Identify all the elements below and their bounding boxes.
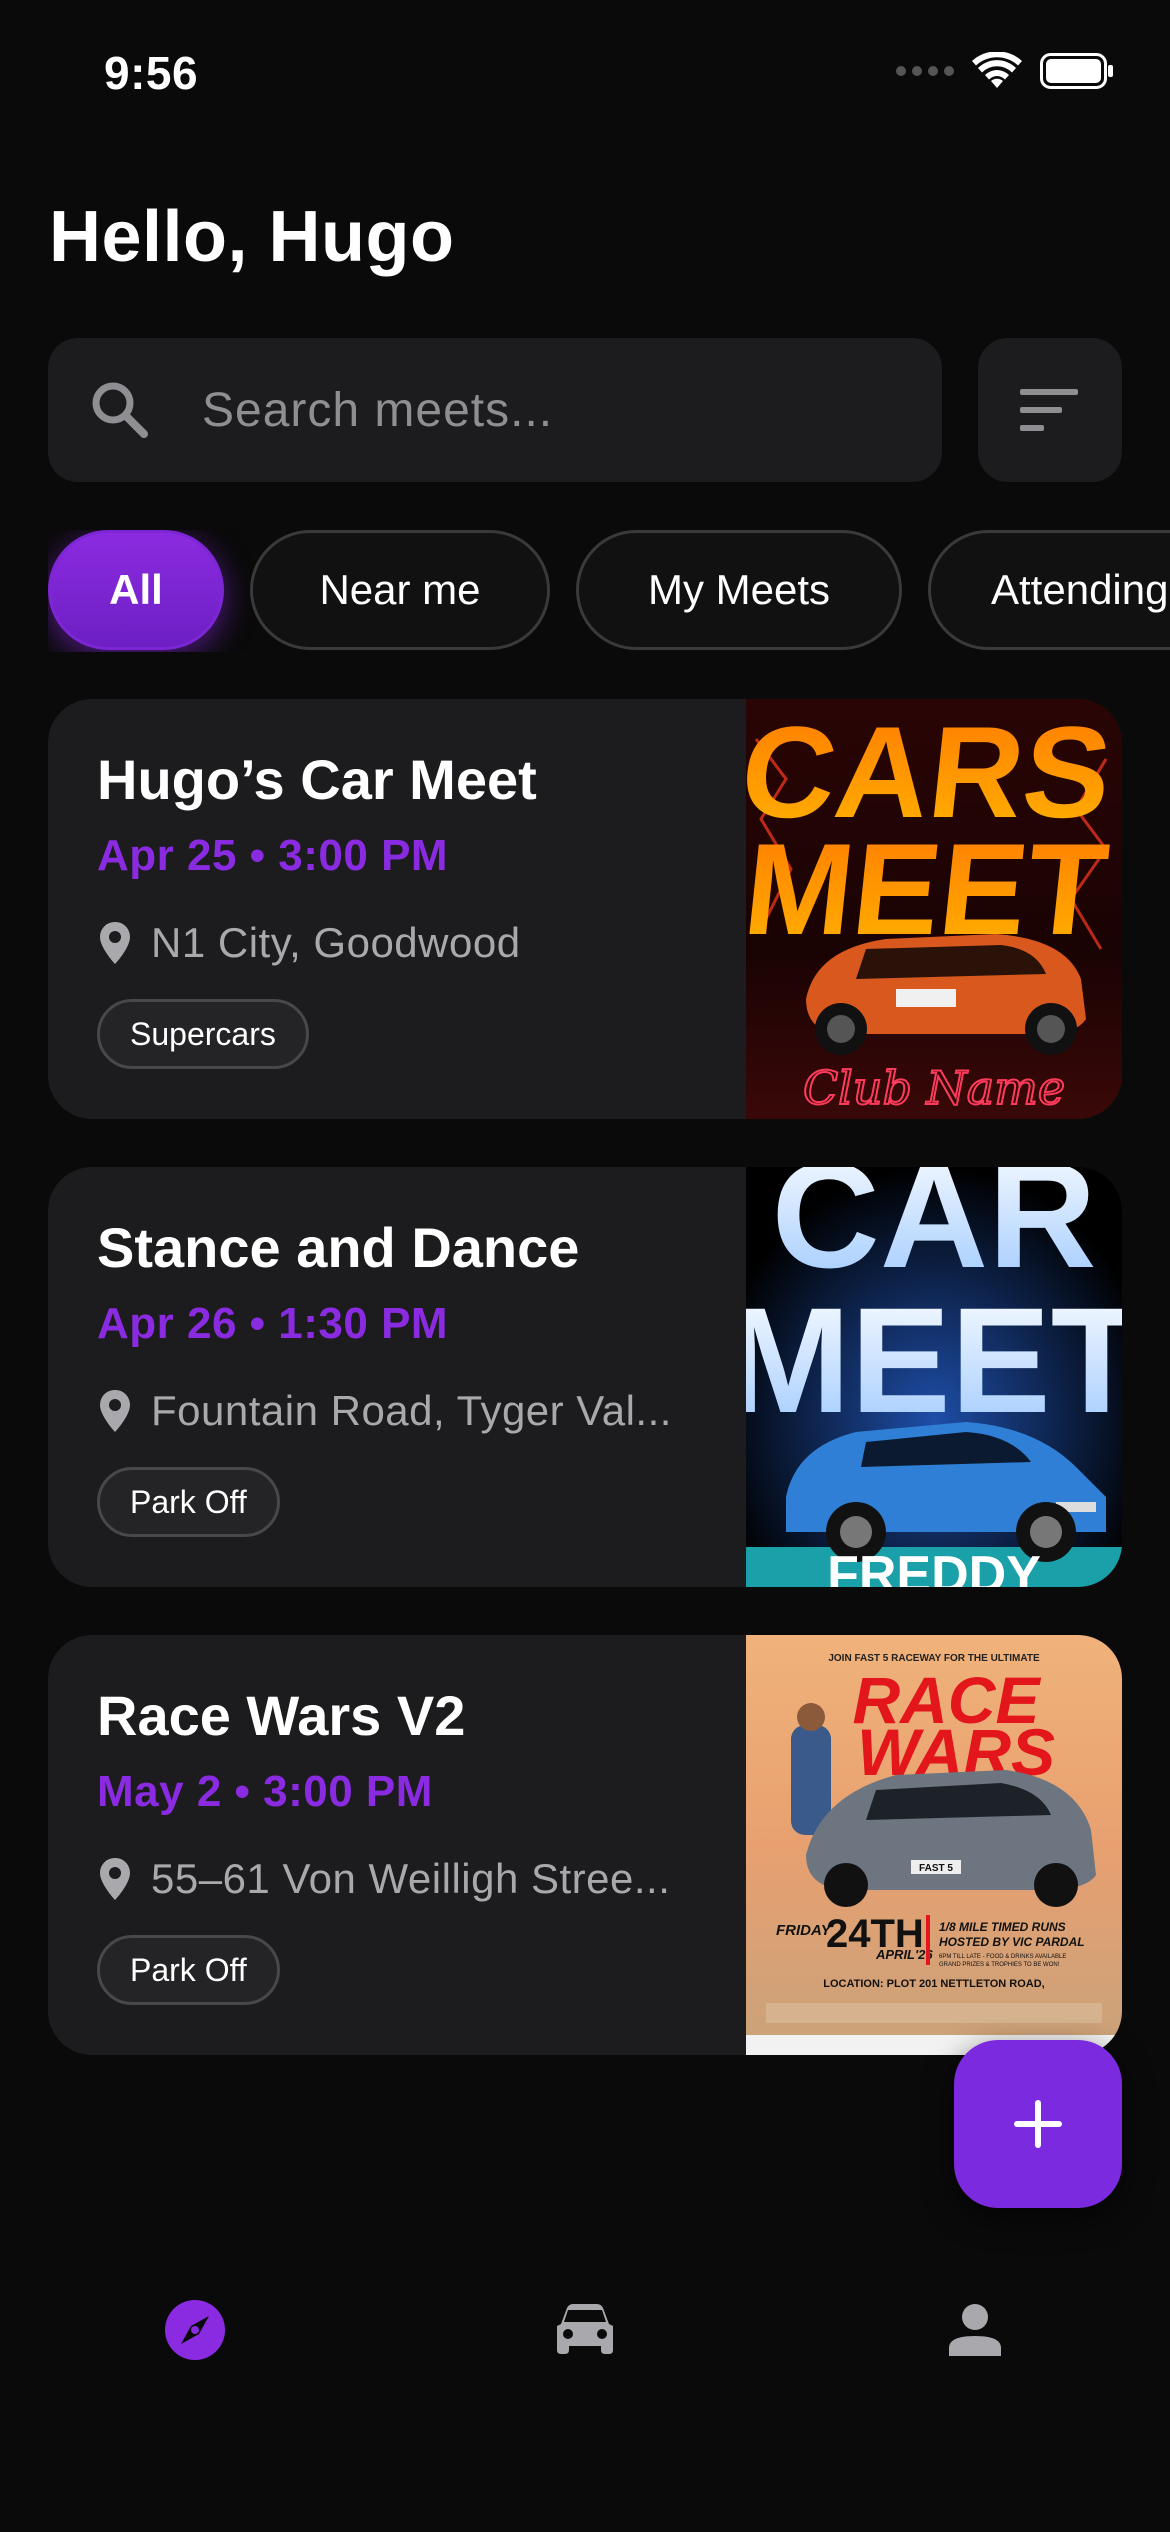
greeting-title: Hello, Hugo: [49, 197, 455, 277]
add-meet-button[interactable]: [954, 2040, 1122, 2208]
poster-footer: Club Name: [803, 1061, 1065, 1115]
meet-date: Apr 26 • 1:30 PM: [97, 1299, 449, 1348]
meet-date: Apr 25 • 3:00 PM: [97, 831, 449, 880]
status-icons: [896, 52, 1114, 90]
status-bar: 9:56: [0, 0, 1170, 150]
chip-my-meets[interactable]: My Meets: [576, 530, 902, 650]
search-icon: [92, 382, 148, 438]
meet-poster-image: JOIN FAST 5 RACEWAY FOR THE ULTIMATE RAC…: [746, 1635, 1122, 2055]
location-pin-icon: [100, 1858, 130, 1900]
nav-explore[interactable]: [155, 2290, 235, 2370]
meet-tag: Supercars: [97, 999, 309, 1069]
meet-poster-image: CARS MEET Club Name: [746, 699, 1122, 1119]
compass-icon: [165, 2300, 225, 2360]
chip-attending[interactable]: Attending: [928, 530, 1170, 650]
poster-address: LOCATION: PLOT 201 NETTLETON ROAD,: [823, 1978, 1044, 1990]
status-time: 9:56: [104, 47, 199, 99]
nav-profile[interactable]: [935, 2290, 1015, 2370]
chip-near-me[interactable]: Near me: [250, 530, 550, 650]
meet-location-text: N1 City, Goodwood: [151, 919, 521, 966]
search-input[interactable]: [202, 338, 902, 482]
meet-title: Stance and Dance: [97, 1216, 580, 1279]
meet-location: N1 City, Goodwood: [97, 913, 521, 973]
chip-all[interactable]: All: [48, 530, 224, 650]
location-pin-icon: [100, 1390, 130, 1432]
battery-icon: [1040, 53, 1113, 89]
meet-title: Race Wars V2: [97, 1684, 466, 1747]
poster-footer: FREDDY: [827, 1546, 1041, 1587]
meet-poster-image: CAR MEET FREDDY: [746, 1167, 1122, 1587]
meet-location: 55–61 Von Weilligh Stree...: [97, 1849, 670, 1909]
meet-card[interactable]: Hugo’s Car Meet Apr 25 • 3:00 PM N1 City…: [48, 699, 1122, 1119]
meet-card[interactable]: Stance and Dance Apr 26 • 1:30 PM Founta…: [48, 1167, 1122, 1587]
filter-chips: All Near me My Meets Attending: [48, 530, 1170, 652]
bottom-navigation: [0, 2250, 1170, 2410]
meet-title: Hugo’s Car Meet: [97, 748, 537, 811]
sort-filter-button[interactable]: [978, 338, 1122, 482]
sort-icon: [1020, 389, 1078, 431]
meet-location-text: 55–61 Von Weilligh Stree...: [151, 1855, 671, 1902]
person-icon: [949, 2304, 1001, 2356]
wifi-icon: [972, 52, 1022, 88]
poster-info3: 6PM TILL LATE - FOOD & DRINKS AVAILABLE: [939, 1954, 1066, 1960]
meet-tag: Park Off: [97, 1467, 280, 1537]
cellular-signal-icon: [896, 66, 954, 76]
home-indicator: [400, 2492, 770, 2504]
search-bar[interactable]: [48, 338, 942, 482]
meet-tag: Park Off: [97, 1935, 280, 2005]
nav-garage[interactable]: [545, 2290, 625, 2370]
meet-location-text: Fountain Road, Tyger Val...: [151, 1387, 672, 1434]
car-icon: [557, 2304, 613, 2354]
meet-date: May 2 • 3:00 PM: [97, 1767, 433, 1816]
poster-info4: GRAND PRIZES & TROPHIES TO BE WON!: [939, 1962, 1060, 1968]
poster-line2: MEET: [746, 1276, 1122, 1444]
poster-plate: FAST 5: [919, 1863, 953, 1874]
poster-day: FRIDAY: [776, 1922, 833, 1939]
poster-month: APRIL'26: [875, 1947, 933, 1962]
location-pin-icon: [100, 922, 130, 964]
poster-info2: HOSTED BY VIC PARDAL: [939, 1935, 1085, 1949]
meet-card[interactable]: Race Wars V2 May 2 • 3:00 PM 55–61 Von W…: [48, 1635, 1122, 2055]
plus-icon: [1014, 2100, 1062, 2148]
poster-info1: 1/8 MILE TIMED RUNS: [939, 1920, 1066, 1934]
meet-location: Fountain Road, Tyger Val...: [97, 1381, 672, 1441]
